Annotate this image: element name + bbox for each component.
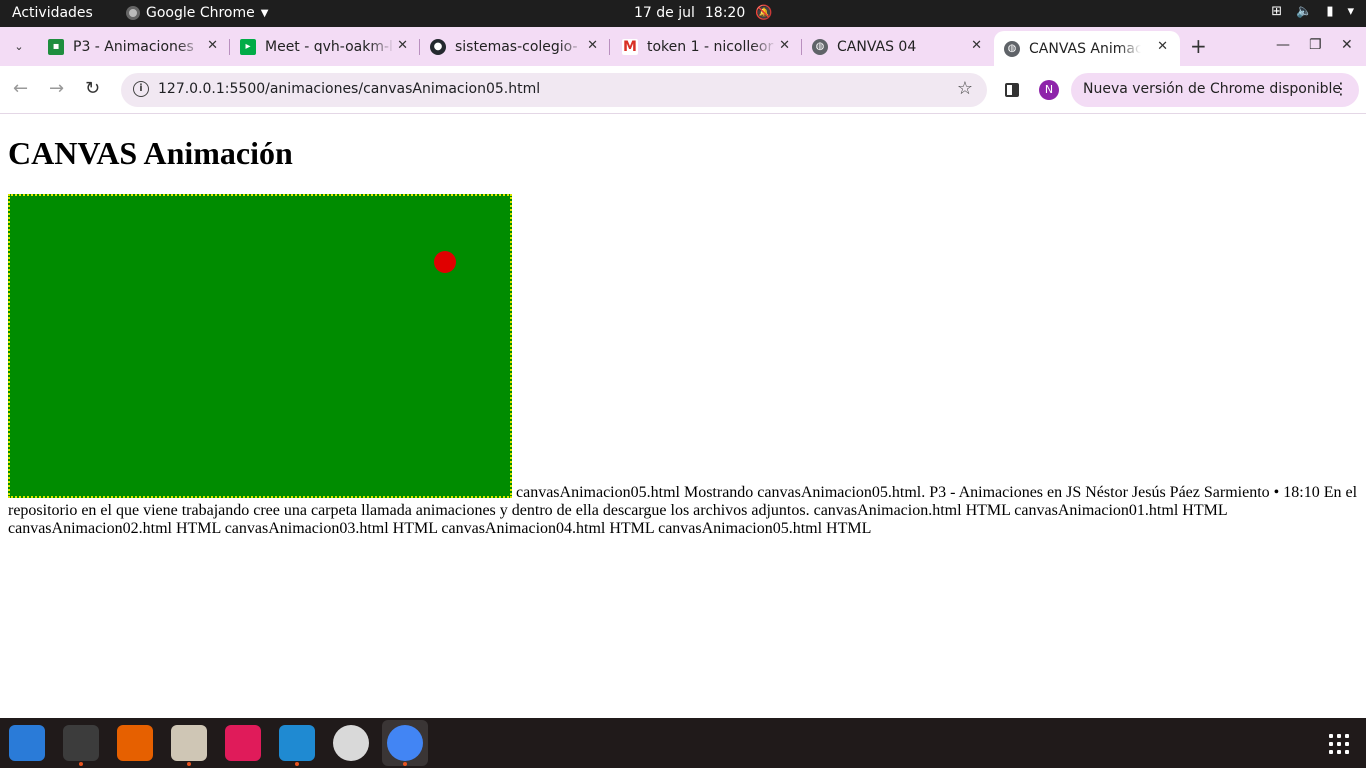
page-body-text: canvasAnimacion05.html Mostrando canvasA… <box>8 484 1358 537</box>
minimize-icon[interactable]: — <box>1276 37 1290 53</box>
notifications-off-icon: 🔕 <box>755 5 773 21</box>
volume-muted-icon: 🔈 <box>1296 4 1313 19</box>
more-menu-icon[interactable]: ⋮ <box>1333 79 1349 98</box>
tab-title: P3 - Animaciones <box>73 38 194 55</box>
vscode-icon[interactable] <box>279 725 315 766</box>
dock <box>0 718 1366 768</box>
animated-ball <box>434 251 456 273</box>
reload-icon[interactable]: ↻ <box>85 78 100 99</box>
github-icon: ● <box>430 38 446 55</box>
clock[interactable]: 17 de jul 18:20 🔕 <box>634 5 773 21</box>
classroom-icon: ▪ <box>48 38 64 55</box>
chrome-small-icon <box>126 6 140 20</box>
battery-icon: ▮ <box>1326 4 1334 19</box>
globe-icon: ◍ <box>1004 40 1020 57</box>
tab-classroom[interactable]: ▪ P3 - Animaciones ✕ <box>40 27 230 66</box>
running-indicator <box>187 762 191 766</box>
tab-title: Meet - qvh-oakm-l <box>265 38 393 55</box>
running-indicator <box>403 762 407 766</box>
profile-avatar[interactable]: N <box>1039 80 1059 100</box>
back-icon[interactable]: ← <box>13 78 28 99</box>
clock-date: 17 de jul <box>634 5 695 21</box>
tab-gmail[interactable]: M token 1 - nicolleor ✕ <box>610 27 802 66</box>
tray-caret-icon: ▾ <box>1347 4 1354 19</box>
app-menu[interactable]: Google Chrome ▼ <box>126 5 268 21</box>
tab-title: CANVAS 04 <box>837 38 917 55</box>
tab-meet[interactable]: ▸ Meet - qvh-oakm-l ✕ <box>230 27 420 66</box>
tab-title: sistemas-colegio- <box>455 38 578 55</box>
browser-toolbar: ← → ↻ i 127.0.0.1:5500/animaciones/canva… <box>0 66 1366 114</box>
close-tab-icon[interactable]: ✕ <box>397 38 408 53</box>
close-tab-icon[interactable]: ✕ <box>1157 39 1168 54</box>
page-heading: CANVAS Animación <box>8 135 293 171</box>
chevron-down-icon: ⌄ <box>14 39 24 53</box>
animation-canvas <box>8 194 512 498</box>
clock-time: 18:20 <box>704 5 746 21</box>
system-tray[interactable]: ⊞ 🔈 ▮ ▾ <box>1271 4 1354 19</box>
side-panel-icon[interactable] <box>1005 83 1019 97</box>
close-tab-icon[interactable]: ✕ <box>207 38 218 53</box>
show-apps-icon[interactable] <box>1329 734 1349 754</box>
globe-icon: ◍ <box>812 38 828 55</box>
firefox-icon[interactable] <box>117 725 153 761</box>
software-updater-icon[interactable] <box>333 725 369 761</box>
running-indicator <box>79 762 83 766</box>
address-bar-url[interactable]: 127.0.0.1:5500/animaciones/canvasAnimaci… <box>158 81 540 97</box>
running-indicator <box>295 762 299 766</box>
tab-title: token 1 - nicolleor <box>647 38 774 55</box>
close-tab-icon[interactable]: ✕ <box>587 38 598 53</box>
caret-down-icon: ▼ <box>260 7 269 19</box>
terminal-icon[interactable] <box>63 725 99 766</box>
close-tab-icon[interactable]: ✕ <box>779 38 790 53</box>
meet-icon: ▸ <box>240 38 256 55</box>
bookmark-star-icon[interactable]: ☆ <box>957 78 973 99</box>
tab-search-button[interactable]: ⌄ <box>8 35 30 57</box>
forward-icon[interactable]: → <box>49 78 64 99</box>
text-editor-icon[interactable] <box>9 725 45 761</box>
new-tab-button[interactable]: + <box>1190 34 1207 58</box>
app-menu-label: Google Chrome <box>146 5 255 21</box>
gmail-icon: M <box>622 38 638 55</box>
address-bar[interactable]: i 127.0.0.1:5500/animaciones/canvasAnima… <box>121 73 987 107</box>
chrome-update-button[interactable]: Nueva versión de Chrome disponible ⋮ <box>1071 73 1359 107</box>
screenshot-icon[interactable] <box>225 725 261 761</box>
system-top-bar: Actividades Google Chrome ▼ 17 de jul 18… <box>0 0 1366 27</box>
close-window-icon[interactable]: ✕ <box>1341 37 1353 53</box>
page-viewport: CANVAS Animación canvasAnimacion05.html … <box>0 115 1366 718</box>
chrome-update-label: Nueva versión de Chrome disponible <box>1083 81 1341 97</box>
network-icon: ⊞ <box>1271 4 1283 19</box>
activities-button[interactable]: Actividades <box>12 5 93 21</box>
files-icon[interactable] <box>171 725 207 766</box>
restore-icon[interactable]: ❐ <box>1309 37 1322 53</box>
tab-canvas-04[interactable]: ◍ CANVAS 04 ✕ <box>802 27 994 66</box>
chrome-icon[interactable] <box>387 725 423 766</box>
site-info-icon[interactable]: i <box>133 81 149 97</box>
tab-github[interactable]: ● sistemas-colegio- ✕ <box>420 27 610 66</box>
tab-title: CANVAS Animación <box>1029 40 1141 57</box>
tab-canvas-animacion[interactable]: ◍ CANVAS Animación ✕ <box>994 31 1180 66</box>
close-tab-icon[interactable]: ✕ <box>971 38 982 53</box>
tab-strip: ⌄ ▪ P3 - Animaciones ✕ ▸ Meet - qvh-oakm… <box>0 27 1366 66</box>
